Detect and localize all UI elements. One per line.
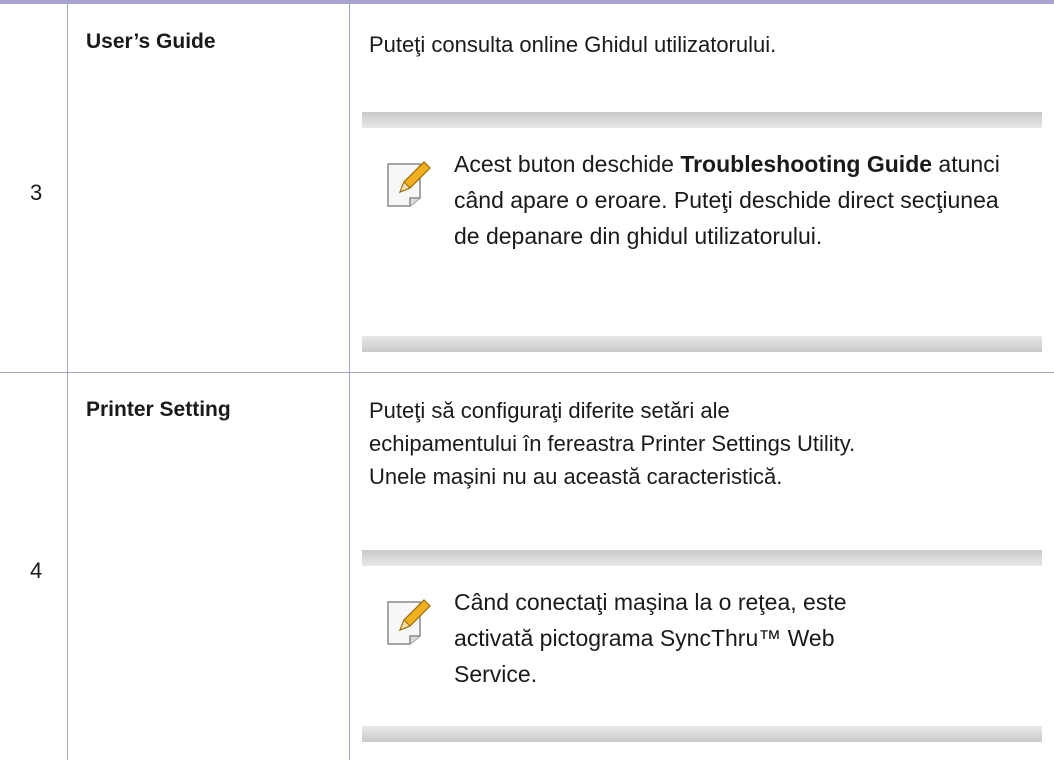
note-text: Când conectaţi maşina la o reţea, este a… <box>454 589 847 687</box>
description-line: Unele maşini nu au această caracteristic… <box>369 464 783 489</box>
feature-name: User’s Guide <box>86 30 216 53</box>
row-number: 4 <box>30 558 43 583</box>
note-pencil-icon <box>387 161 431 207</box>
note-pencil-icon <box>387 599 431 645</box>
column-divider-1 <box>67 4 68 760</box>
feature-name: Printer Setting <box>86 398 231 421</box>
row-number: 3 <box>30 180 43 205</box>
feature-description: Puteţi consulta online Ghidul utilizator… <box>369 28 776 61</box>
row-divider <box>0 372 1054 373</box>
table-top-rule <box>0 0 1054 4</box>
note-box: Acest buton deschide Troubleshooting Gui… <box>362 112 1042 352</box>
note-box: Când conectaţi maşina la o reţea, este a… <box>362 550 1042 742</box>
note-text: Acest buton deschide Troubleshooting Gui… <box>454 151 1000 249</box>
feature-table: 3 User’s Guide Puteţi consulta online Gh… <box>0 0 1054 760</box>
description-line: echipamentului în fereastra Printer Sett… <box>369 431 856 456</box>
description-line: Puteţi consulta online Ghidul utilizator… <box>369 32 777 57</box>
description-line: Puteţi să configuraţi diferite setări al… <box>369 398 730 423</box>
feature-description: Puteţi să configuraţi diferite setări al… <box>369 394 855 493</box>
note-bold-term: Troubleshooting Guide <box>680 151 933 177</box>
column-divider-2 <box>349 4 350 760</box>
